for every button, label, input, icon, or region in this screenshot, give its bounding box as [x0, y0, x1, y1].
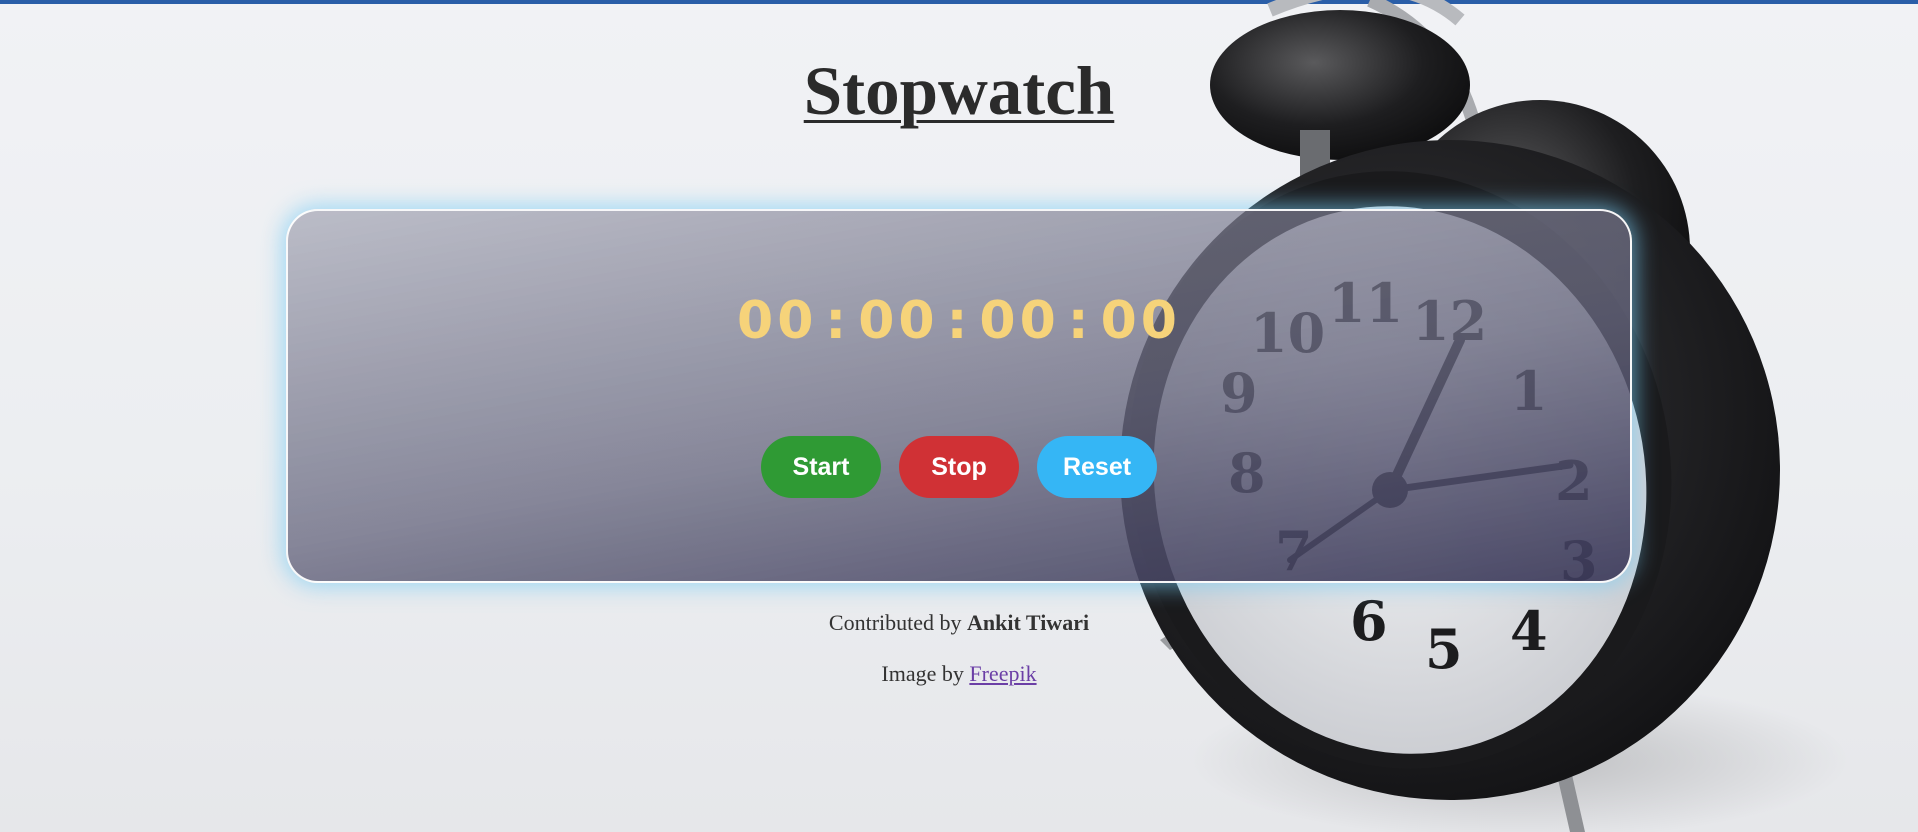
timer-separator: :: [825, 291, 851, 351]
page-title: Stopwatch: [803, 53, 1115, 129]
timer-display: 00:00:00:00: [288, 291, 1630, 351]
contributor-name: Ankit Tiwari: [967, 610, 1090, 635]
freepik-link[interactable]: Freepik: [969, 661, 1036, 686]
start-button[interactable]: Start: [761, 436, 881, 498]
timer-centiseconds: 00: [1100, 291, 1181, 351]
timer-separator: :: [1067, 291, 1093, 351]
timer-hours: 00: [737, 291, 818, 351]
stopwatch-panel: 00:00:00:00 Start Stop Reset: [286, 209, 1632, 583]
image-credit-prefix: Image by: [881, 661, 970, 686]
timer-minutes: 00: [858, 291, 939, 351]
timer-separator: :: [946, 291, 972, 351]
contributed-prefix: Contributed by: [828, 610, 968, 635]
contributor-credit: Contributed by Ankit Tiwari: [0, 610, 1918, 636]
stop-button[interactable]: Stop: [899, 436, 1019, 498]
timer-seconds: 00: [979, 291, 1060, 351]
image-credit: Image by Freepik: [0, 661, 1918, 687]
reset-button[interactable]: Reset: [1037, 436, 1157, 498]
control-buttons: Start Stop Reset: [288, 436, 1630, 498]
